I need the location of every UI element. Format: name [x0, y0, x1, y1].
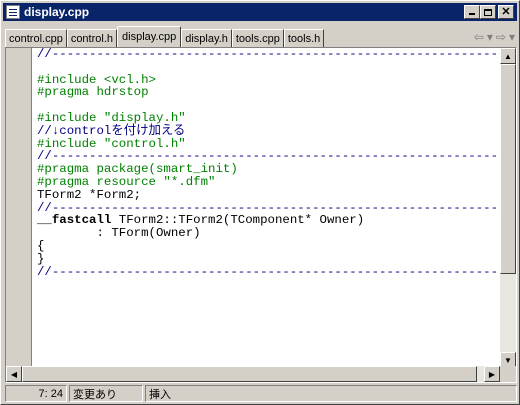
up-arrow-icon: ▲: [504, 51, 512, 61]
scroll-up-button[interactable]: ▲: [500, 48, 516, 64]
forward-dropdown-icon[interactable]: ▾: [509, 30, 515, 44]
title-bar[interactable]: display.cpp ✕: [3, 3, 517, 21]
code-text: //--------------------------------------…: [37, 48, 497, 61]
caption-buttons: ✕: [464, 5, 514, 19]
horizontal-scrollbar[interactable]: ◀ ▶: [6, 366, 500, 382]
tab-display-cpp[interactable]: display.cpp: [117, 26, 182, 47]
code-line[interactable]: //--------------------------------------…: [37, 48, 497, 61]
close-button[interactable]: ✕: [498, 5, 514, 19]
tab-tools-cpp[interactable]: tools.cpp: [231, 29, 284, 47]
tab-control-h[interactable]: control.h: [66, 29, 118, 47]
editor-gutter[interactable]: [6, 48, 32, 368]
left-arrow-icon: ◀: [10, 369, 18, 379]
code-editor[interactable]: //--------------------------------------…: [5, 47, 517, 383]
file-tab-strip: control.cpp control.h display.cpp display.h…: [5, 25, 517, 47]
down-arrow-icon: ▼: [504, 355, 512, 365]
tab-display-h[interactable]: display.h: [181, 29, 232, 47]
code-text: #pragma hdrstop: [37, 85, 149, 100]
tab-control-cpp[interactable]: control.cpp: [5, 29, 67, 47]
status-bar: 7: 24 変更あり 挿入: [5, 385, 517, 403]
modified-status: 変更あり: [69, 385, 143, 402]
scroll-right-button[interactable]: ▶: [484, 366, 500, 382]
tab-tools-h[interactable]: tools.h: [283, 29, 325, 47]
code-line[interactable]: //--------------------------------------…: [37, 264, 497, 279]
cursor-position: 7: 24: [5, 385, 67, 402]
maximize-icon: [484, 8, 492, 16]
code-line[interactable]: : TForm(Owner): [37, 227, 497, 240]
right-arrow-icon: ▶: [488, 369, 496, 379]
navigation-buttons: ⇦ ▾ ⇨ ▾: [471, 28, 515, 46]
code-line[interactable]: {: [37, 240, 497, 253]
back-dropdown-icon[interactable]: ▾: [487, 30, 493, 44]
minimize-icon: [469, 13, 475, 15]
editor-window: display.cpp ✕ control.cpp control.h displa…: [0, 0, 520, 405]
vertical-scroll-thumb[interactable]: [500, 64, 516, 274]
forward-arrow-icon[interactable]: ⇨: [496, 30, 506, 44]
minimize-button[interactable]: [464, 5, 480, 19]
document-icon[interactable]: [6, 5, 20, 19]
horizontal-scroll-thumb[interactable]: [22, 366, 477, 382]
close-icon: ✕: [501, 6, 511, 18]
scrollbar-corner: [500, 366, 516, 382]
vertical-scrollbar[interactable]: ▲ ▼: [500, 48, 516, 368]
window-title: display.cpp: [24, 5, 90, 19]
code-line[interactable]: #pragma hdrstop: [37, 86, 497, 99]
insert-mode-status: 挿入: [145, 385, 517, 402]
code-text: : TForm(Owner): [37, 226, 201, 241]
maximize-button[interactable]: [480, 5, 496, 19]
code-text: //--------------------------------------…: [37, 264, 497, 279]
scroll-left-button[interactable]: ◀: [6, 366, 22, 382]
code-area[interactable]: //--------------------------------------…: [37, 48, 497, 368]
back-arrow-icon[interactable]: ⇦: [474, 30, 484, 44]
file-tabs: control.cpp control.h display.cpp display.h…: [5, 26, 325, 47]
